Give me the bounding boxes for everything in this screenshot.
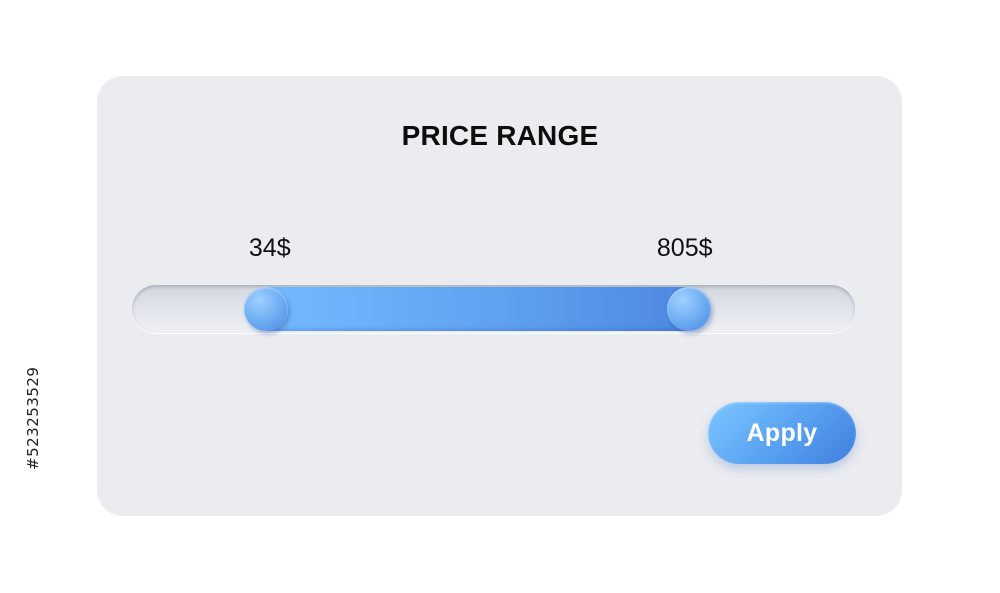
apply-button-label: Apply	[746, 418, 818, 447]
max-price-handle[interactable]	[666, 287, 711, 331]
min-price-handle[interactable]	[243, 287, 288, 331]
apply-button[interactable]: Apply	[708, 402, 856, 464]
max-price-label: 805$	[656, 234, 713, 262]
min-price-label: 34$	[248, 234, 291, 262]
card-title: PRICE RANGE	[401, 120, 599, 151]
stock-id-watermark: #523253529	[24, 366, 42, 470]
range-slider-selected-fill	[265, 287, 689, 331]
